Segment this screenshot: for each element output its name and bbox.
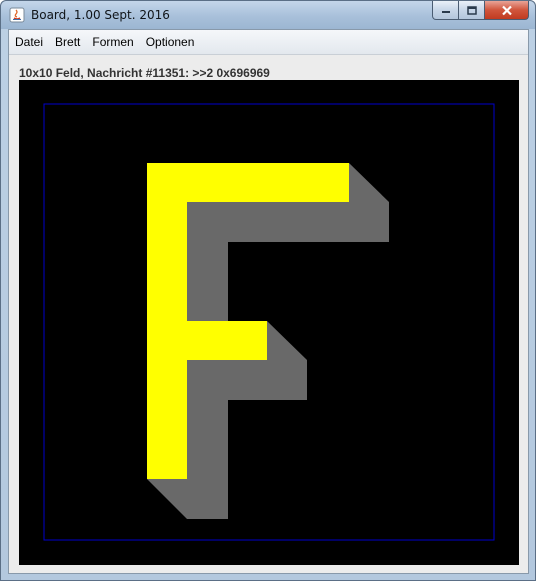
board-drawing [43,103,495,541]
menu-bar: Datei Brett Formen Optionen [9,30,528,55]
maximize-button[interactable] [459,1,485,20]
java-icon [9,7,25,23]
close-button[interactable] [485,1,529,20]
maximize-icon [466,5,477,15]
window-title: Board, 1.00 Sept. 2016 [31,8,170,22]
menu-optionen[interactable]: Optionen [140,30,201,54]
status-text: 10x10 Feld, Nachricht #11351: >>2 0x6969… [19,66,270,80]
menu-formen[interactable]: Formen [86,30,139,54]
minimize-button[interactable] [432,1,459,20]
menu-brett[interactable]: Brett [49,30,86,54]
title-bar[interactable]: Board, 1.00 Sept. 2016 [1,1,535,29]
app-window: Board, 1.00 Sept. 2016 Datei Brett Forme… [0,0,536,581]
menu-datei[interactable]: Datei [9,30,49,54]
window-controls [432,1,529,21]
board-canvas[interactable] [19,80,519,565]
client-area: Datei Brett Formen Optionen 10x10 Feld, … [8,29,529,574]
close-icon [501,5,512,15]
minimize-icon [441,11,450,13]
